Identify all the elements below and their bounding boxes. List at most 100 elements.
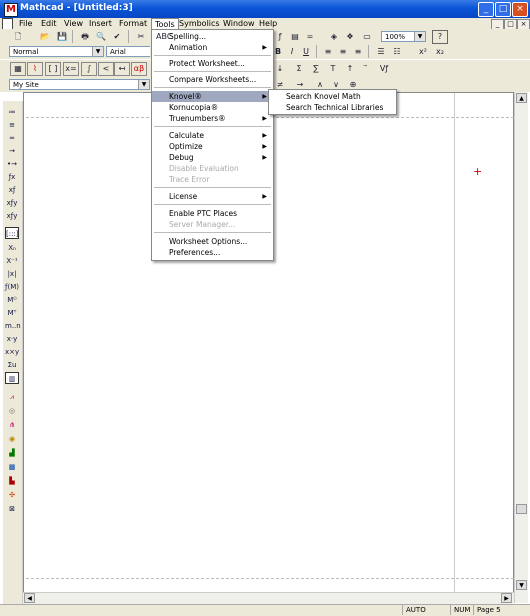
3d-bar-plot-icon[interactable]: ▟ [5, 447, 19, 459]
style-select[interactable]: Normal ▼ [9, 46, 104, 57]
align-left-icon[interactable]: ≡ [320, 45, 336, 59]
spellcheck-icon[interactable]: ✔ [109, 30, 125, 44]
boolean-equal-icon[interactable]: ═ [5, 132, 19, 144]
prefix-icon[interactable]: ƒx [5, 171, 19, 183]
menu-item-search-technical-libraries[interactable]: Search Technical Libraries [269, 102, 396, 113]
surface-plot-icon[interactable]: ⋔ [5, 419, 19, 431]
symbolic-eval-icon[interactable]: → [5, 145, 19, 157]
menu-window[interactable]: Window [220, 18, 258, 29]
title-bar[interactable]: M Mathcad - [Untitled:3] _ □ × [0, 0, 530, 18]
cross-product-icon[interactable]: x×y [5, 346, 19, 358]
numbering-icon[interactable]: ☷ [389, 45, 405, 59]
menu-item-worksheet-options[interactable]: Worksheet Options... [152, 236, 273, 247]
programming-palette-icon[interactable]: ↤ [114, 62, 130, 76]
save-icon[interactable]: 💾 [54, 30, 70, 44]
determinant-icon[interactable]: |x| [5, 268, 19, 280]
menu-item-spelling[interactable]: ABC Spelling... [152, 31, 273, 42]
component-icon[interactable]: ◈ [326, 30, 342, 44]
global-define-icon[interactable]: ≡ [5, 119, 19, 131]
menu-item-kornucopia[interactable]: Kornucopia® [152, 102, 273, 113]
chevron-down-icon[interactable]: ▼ [138, 80, 149, 89]
vector-sum-icon[interactable]: Σu [5, 359, 19, 371]
maximize-button[interactable]: □ [495, 2, 511, 17]
underline-button[interactable]: U [298, 45, 314, 59]
boolean-palette-icon[interactable]: < [98, 62, 114, 76]
vector-field-plot-icon[interactable]: ✣ [5, 489, 19, 501]
menu-item-protect-worksheet[interactable]: Protect Worksheet... [152, 58, 273, 69]
menu-item-optimize[interactable]: Optimize ▶ [152, 141, 273, 152]
define-equal-icon[interactable]: ≔ [5, 106, 19, 118]
print-icon[interactable]: 🖶 [77, 30, 93, 44]
menu-edit[interactable]: Edit [38, 18, 60, 29]
menu-file[interactable]: File [16, 18, 35, 29]
menu-item-license[interactable]: License ▶ [152, 191, 273, 202]
menu-view[interactable]: View [61, 18, 86, 29]
insert-function-icon[interactable]: ƒ [272, 30, 288, 44]
xy-plot-icon[interactable]: ⩘ [5, 391, 19, 403]
align-center-icon[interactable]: ≡ [335, 45, 351, 59]
calculator-palette-icon[interactable]: ▦ [10, 62, 26, 76]
menu-help[interactable]: Help [256, 18, 280, 29]
vector-field-icon[interactable]: Vƒ [376, 62, 392, 76]
vertical-scrollbar[interactable]: ▲ ▼ [514, 92, 528, 603]
subscript-icon[interactable]: x₂ [432, 45, 448, 59]
scroll-left-arrow[interactable]: ◀ [24, 593, 35, 603]
3d-patch-icon[interactable]: ▙ [5, 475, 19, 487]
greek-palette-icon[interactable]: αβ [131, 62, 147, 76]
horizontal-scrollbar[interactable]: ◀ ▶ [23, 592, 514, 604]
tree-operator-icon[interactable]: xƒy [5, 210, 19, 222]
zoom-select[interactable]: 100% ▼ [381, 31, 426, 42]
site-select[interactable]: My Site ▼ [9, 79, 150, 90]
chevron-down-icon[interactable]: ▼ [414, 32, 425, 41]
cut-icon[interactable]: ✂ [133, 30, 149, 44]
modifier-icon[interactable]: ↑ [342, 62, 358, 76]
print-preview-icon[interactable]: 🔍 [93, 30, 109, 44]
menu-symbolics[interactable]: Symbolics [176, 18, 223, 29]
open-icon[interactable]: 📂 [37, 30, 53, 44]
matrix-palette-icon[interactable]: [ ] [45, 62, 61, 76]
calculus-palette-icon[interactable]: ∫ [81, 62, 97, 76]
subscript-index-icon[interactable]: Xₙ [5, 242, 19, 254]
transpose-icon[interactable]: T [325, 62, 341, 76]
inverse-icon[interactable]: X⁻¹ [5, 255, 19, 267]
3d-scatter-icon[interactable]: ▩ [5, 461, 19, 473]
picture-icon[interactable]: ▥ [5, 372, 19, 384]
superscript-col-icon[interactable]: M⁽⁾ [5, 294, 19, 306]
menu-item-animation[interactable]: Animation ▶ [152, 42, 273, 53]
minimize-button[interactable]: _ [478, 2, 494, 17]
calculate-icon[interactable]: = [302, 30, 318, 44]
menu-item-enable-ptc-places[interactable]: Enable PTC Places [152, 208, 273, 219]
dimension-icon[interactable]: ↓ [272, 62, 288, 76]
transpose-op-icon[interactable]: Mᵀ [5, 307, 19, 319]
insert-unit-icon[interactable]: ▤ [287, 30, 303, 44]
resource-icon[interactable]: ❖ [342, 30, 358, 44]
range-variable-icon[interactable]: m..n [5, 320, 21, 332]
plot-wizard-icon[interactable]: ⊠ [5, 503, 19, 515]
contour-plot-icon[interactable]: ◉ [5, 433, 19, 445]
evaluation-palette-icon[interactable]: x= [63, 62, 79, 76]
matrix-icon[interactable]: [:::] [5, 227, 19, 239]
polar-plot-icon[interactable]: ◎ [5, 405, 19, 417]
bullets-icon[interactable]: ☰ [373, 45, 389, 59]
menu-item-compare-worksheets[interactable]: Compare Worksheets... [152, 74, 273, 85]
postfix-icon[interactable]: xƒ [5, 184, 19, 196]
scroll-thumb[interactable] [516, 504, 527, 514]
sum-icon[interactable]: Σ [291, 62, 307, 76]
menu-item-debug[interactable]: Debug ▶ [152, 152, 273, 163]
dot-product-icon[interactable]: x·y [5, 333, 19, 345]
new-icon[interactable]: 🗋 [10, 30, 26, 44]
align-right-icon[interactable]: ≡ [350, 45, 366, 59]
graph-palette-icon[interactable]: ⌇ [27, 62, 43, 76]
menu-item-search-knovel-math[interactable]: Search Knovel Math [269, 91, 396, 102]
font-select[interactable]: Arial [106, 46, 150, 57]
scroll-right-arrow[interactable]: ▶ [501, 593, 512, 603]
scroll-down-arrow[interactable]: ▼ [516, 580, 527, 590]
vectorize-icon[interactable]: ⃗ [359, 62, 375, 76]
menu-format[interactable]: Format [116, 18, 150, 29]
menu-item-calculate[interactable]: Calculate ▶ [152, 130, 273, 141]
hyperlink-icon[interactable]: ▭ [359, 30, 375, 44]
chevron-down-icon[interactable]: ▼ [92, 47, 103, 56]
close-button[interactable]: × [512, 2, 528, 17]
scroll-up-arrow[interactable]: ▲ [516, 93, 527, 103]
help-icon[interactable]: ? [432, 30, 448, 44]
